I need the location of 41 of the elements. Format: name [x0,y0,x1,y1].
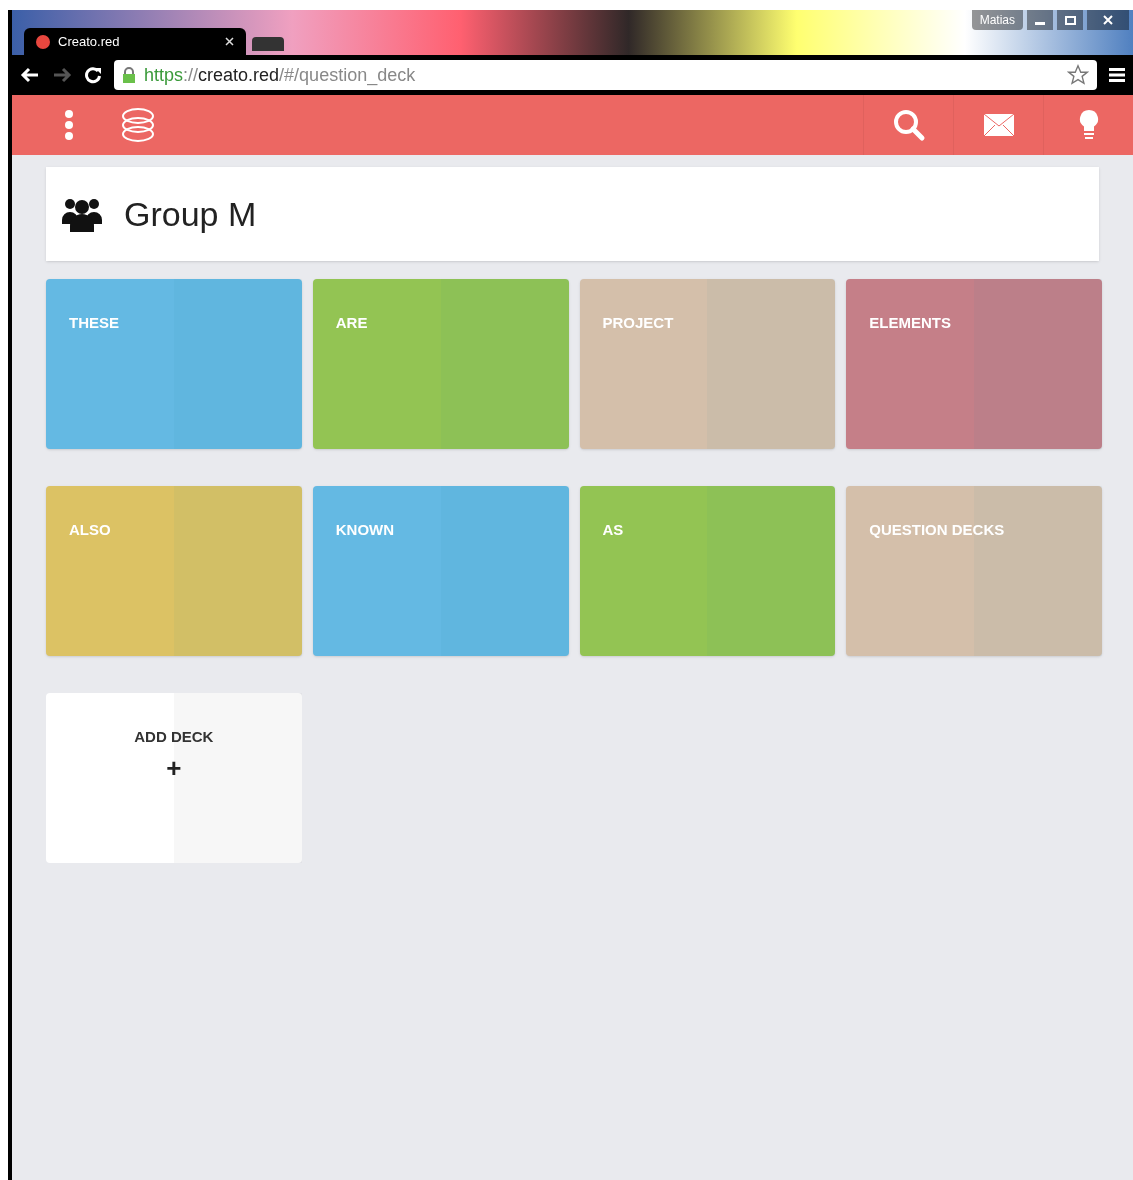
close-window-button[interactable] [1087,10,1129,30]
deck-title: ALSO [69,520,111,540]
url-text: https://creato.red/#/question_deck [144,63,417,88]
envelope-icon [983,114,1014,136]
group-title: Group M [124,193,257,235]
back-icon[interactable] [20,67,40,83]
lightbulb-icon [1078,109,1099,141]
address-bar[interactable]: https://creato.red/#/question_deck [114,60,1097,90]
search-icon [891,108,926,142]
deck-card[interactable]: QUESTION DECKS [846,486,1102,656]
deck-title: PROJECT [602,313,674,333]
deck-card[interactable]: ELEMENTS [846,279,1102,449]
profile-button[interactable]: Matias [971,10,1023,30]
close-icon [1103,15,1113,25]
deck-card[interactable]: THESE [46,279,302,449]
deck-title: KNOWN [335,520,395,540]
star-icon[interactable] [1067,64,1089,86]
add-deck-button[interactable]: ADD DECK + [46,693,302,863]
maximize-button[interactable] [1057,10,1083,30]
tab-title: Creato.red [58,32,121,51]
deck-card[interactable]: KNOWN [312,486,569,656]
browser-tab[interactable]: Creato.red [24,28,246,55]
forward-icon[interactable] [52,67,72,83]
logo-icon[interactable] [120,107,156,143]
group-icon [62,196,102,232]
deck-card[interactable]: AS [579,486,836,656]
deck-title: ARE [335,313,368,333]
deck-title: AS [602,520,624,540]
close-icon[interactable] [225,37,234,46]
lock-icon [122,67,136,83]
deck-card[interactable]: ARE [312,279,569,449]
deck-card[interactable]: PROJECT [579,279,836,449]
deck-card[interactable]: ALSO [46,486,302,656]
favicon-icon [36,34,50,49]
menu-icon[interactable] [1109,67,1125,83]
deck-title: THESE [69,313,119,333]
minimize-button[interactable] [1027,10,1053,30]
deck-title: QUESTION DECKS [869,520,1005,540]
more-icon[interactable] [64,109,74,141]
reload-icon[interactable] [84,66,102,84]
deck-title: ELEMENTS [869,313,951,333]
